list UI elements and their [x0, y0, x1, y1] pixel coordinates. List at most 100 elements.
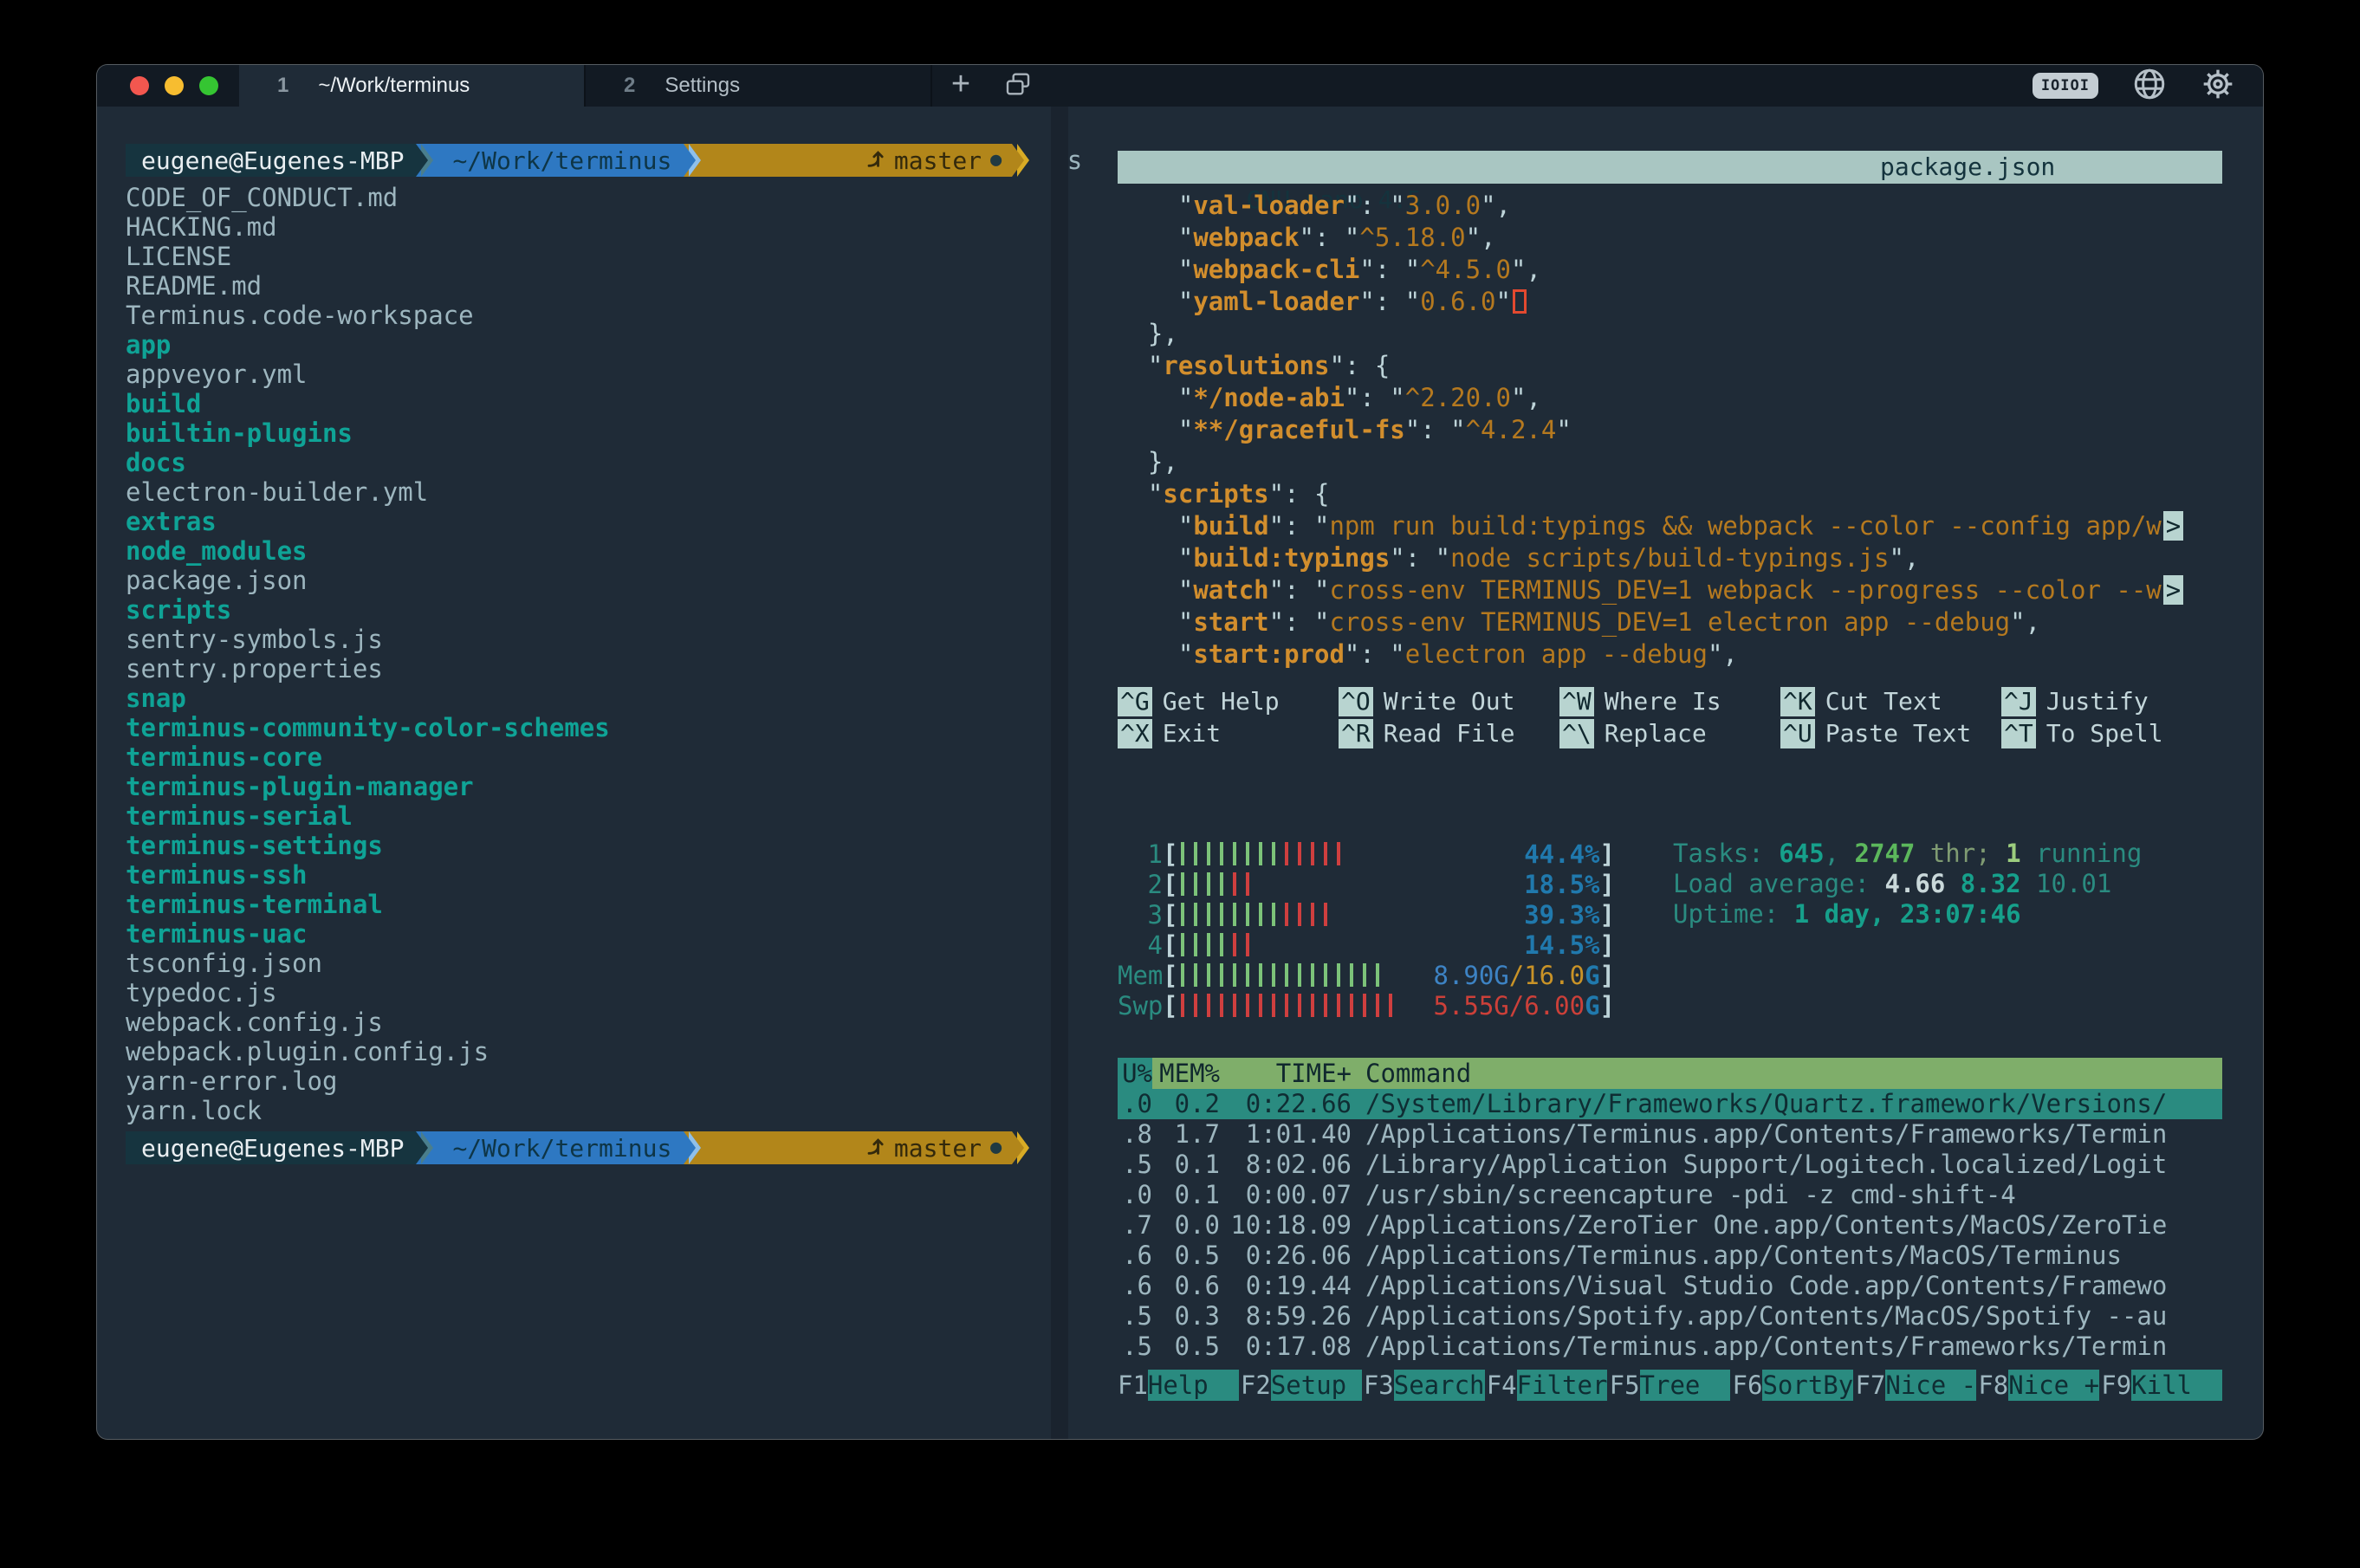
nano-shortcut: ^KCut Text — [1780, 685, 2001, 717]
prompt-user-host: eugene@Eugenes-MBP — [126, 1131, 416, 1164]
nano-code-line: "resolutions": { — [1118, 350, 2222, 382]
nano-code-line: "scripts": { — [1118, 478, 2222, 510]
git-dirty-dot: ● — [990, 1131, 1002, 1164]
directory-entry: terminus-core — [126, 742, 1051, 772]
directory-entry: docs — [126, 448, 1051, 477]
nano-code-line: "yaml-loader": "0.6.0" — [1118, 286, 2222, 318]
duplicate-tab-icon — [1004, 70, 1032, 101]
pane-divider[interactable] — [1051, 107, 1068, 1439]
directory-entry: builtin-plugins — [126, 418, 1051, 448]
prompt-cwd: ~/Work/terminus — [433, 144, 684, 177]
git-branch-name: master — [894, 1134, 982, 1163]
nano-code-line: }, — [1118, 446, 2222, 478]
fkey-item: F3Search — [1364, 1370, 1485, 1401]
split-tab-button[interactable] — [989, 65, 1047, 107]
file-entry: Terminus.code-workspace — [126, 301, 1051, 330]
htop-meter: 2[18.5%] — [1118, 869, 1615, 899]
htop-meter: Mem[8.90G/16.0G] — [1118, 960, 1615, 990]
nano-shortcut: ^JJustify — [2001, 685, 2222, 717]
nano-code-line: "*/node-abi": "^2.20.0", — [1118, 382, 2222, 414]
directory-entry: terminus-settings — [126, 831, 1051, 860]
prompt-git-segment: master ● — [701, 144, 1012, 177]
fkey-item: F4Filter — [1487, 1370, 1608, 1401]
file-list: CODE_OF_CONDUCT.mdHACKING.mdLICENSEREADM… — [126, 183, 1051, 1125]
htop-stat-line: Tasks: 645, 2747 thr; 1 running — [1673, 839, 2222, 869]
gear-icon[interactable] — [2201, 67, 2235, 105]
nano-shortcut: ^XExit — [1118, 717, 1339, 749]
tab-index: 1 — [277, 74, 289, 98]
directory-entry: scripts — [126, 595, 1051, 625]
process-row[interactable]: .60.50:26.06/Applications/Terminus.app/C… — [1118, 1241, 2222, 1271]
powerline-separator — [684, 1131, 701, 1164]
nano-titlebar: GNU nano 4.5 package.json — [1118, 151, 2222, 184]
fkey-item: F8Nice + — [1978, 1370, 2099, 1401]
directory-entry: terminus-plugin-manager — [126, 772, 1051, 801]
window-controls — [97, 65, 239, 107]
directory-entry: terminus-uac — [126, 919, 1051, 949]
directory-entry: extras — [126, 507, 1051, 536]
tab-settings[interactable]: 2 Settings — [586, 65, 932, 107]
git-branch-name: master — [894, 146, 982, 175]
file-entry: yarn-error.log — [126, 1066, 1051, 1096]
process-table: U%MEM%TIME+Command.00.20:22.66/System/Li… — [1118, 1058, 2222, 1362]
nano-code-line: "start:prod": "electron app --debug", — [1118, 638, 2222, 671]
file-entry: package.json — [126, 566, 1051, 595]
nano-code-line: }, — [1118, 318, 2222, 350]
file-entry: appveyor.yml — [126, 360, 1051, 389]
powerline-separator — [416, 144, 433, 177]
process-row[interactable]: .50.38:59.26/Applications/Spotify.app/Co… — [1118, 1301, 2222, 1332]
nano-code-line: "watch": "cross-env TERMINUS_DEV=1 webpa… — [1118, 574, 2222, 606]
prompt-cwd: ~/Work/terminus — [433, 1131, 684, 1164]
file-entry: LICENSE — [126, 242, 1051, 271]
process-table-header[interactable]: U%MEM%TIME+Command — [1118, 1058, 2222, 1089]
file-entry: sentry.properties — [126, 654, 1051, 684]
minimize-window-button[interactable] — [165, 76, 184, 95]
tab-work-terminus[interactable]: 1 ~/Work/terminus — [239, 65, 586, 107]
fkey-item: F2Setup — [1241, 1370, 1362, 1401]
globe-icon[interactable] — [2131, 66, 2168, 106]
nano-code-line: "**/graceful-fs": "^4.2.4" — [1118, 414, 2222, 446]
close-window-button[interactable] — [130, 76, 149, 95]
tab-label: Settings — [665, 74, 740, 98]
nano-shortcut-bar: ^GGet Help^OWrite Out^WWhere Is^KCut Tex… — [1118, 685, 2222, 749]
htop-meter: Swp[5.55G/6.00G] — [1118, 990, 1615, 1020]
process-row[interactable]: .50.18:02.06/Library/Application Support… — [1118, 1150, 2222, 1180]
git-branch-icon — [718, 1105, 885, 1192]
titlebar-actions: IOIOI — [2033, 65, 2235, 107]
powerline-separator — [416, 1131, 433, 1164]
titlebar-spacer — [1047, 65, 2033, 107]
serial-port-icon[interactable]: IOIOI — [2033, 73, 2098, 99]
process-row[interactable]: .00.20:22.66/System/Library/Frameworks/Q… — [1118, 1089, 2222, 1119]
nano-file-name: package.json — [1880, 151, 2055, 184]
file-entry: webpack.config.js — [126, 1008, 1051, 1037]
nano-shortcut: ^TTo Spell — [2001, 717, 2222, 749]
fkey-item: F6SortBy — [1733, 1370, 1854, 1401]
nano-code-line: "webpack-cli": "^4.5.0", — [1118, 254, 2222, 286]
fkey-item: F5Tree — [1610, 1370, 1731, 1401]
process-row[interactable]: .70.010:18.09/Applications/ZeroTier One.… — [1118, 1210, 2222, 1241]
directory-entry: node_modules — [126, 536, 1051, 566]
prompt-user-host: eugene@Eugenes-MBP — [126, 144, 416, 177]
terminal-pane-right[interactable]: GNU nano 4.5 package.json "val-loader": … — [1068, 107, 2263, 1439]
file-entry: tsconfig.json — [126, 949, 1051, 978]
new-tab-button[interactable]: + — [932, 65, 989, 107]
file-entry: webpack.plugin.config.js — [126, 1037, 1051, 1066]
htop-meter: 3[39.3%] — [1118, 899, 1615, 930]
fkey-item: F9Kill — [2101, 1370, 2222, 1401]
directory-entry: snap — [126, 684, 1051, 713]
zoom-window-button[interactable] — [199, 76, 218, 95]
nano-shortcut: ^OWrite Out — [1339, 685, 1559, 717]
terminus-window: 1 ~/Work/terminus 2 Settings + IOIOI — [97, 65, 2263, 1439]
fkey-item: F1Help — [1118, 1370, 1239, 1401]
process-row[interactable]: .60.60:19.44/Applications/Visual Studio … — [1118, 1271, 2222, 1301]
nano-editor-body: "val-loader": "3.0.0", "webpack": "^5.18… — [1118, 190, 2222, 671]
nano-shortcut: ^WWhere Is — [1559, 685, 1780, 717]
nano-shortcut: ^\Replace — [1559, 717, 1780, 749]
process-row[interactable]: .00.10:00.07/usr/sbin/screencapture -pdi… — [1118, 1180, 2222, 1210]
terminal-pane-left[interactable]: eugene@Eugenes-MBP ~/Work/terminus maste… — [97, 107, 1051, 1439]
process-row[interactable]: .50.50:17.08/Applications/Terminus.app/C… — [1118, 1332, 2222, 1362]
nano-code-line: "start": "cross-env TERMINUS_DEV=1 elect… — [1118, 606, 2222, 638]
directory-entry: build — [126, 389, 1051, 418]
tab-index: 2 — [624, 74, 635, 98]
process-row[interactable]: .81.71:01.40/Applications/Terminus.app/C… — [1118, 1119, 2222, 1150]
